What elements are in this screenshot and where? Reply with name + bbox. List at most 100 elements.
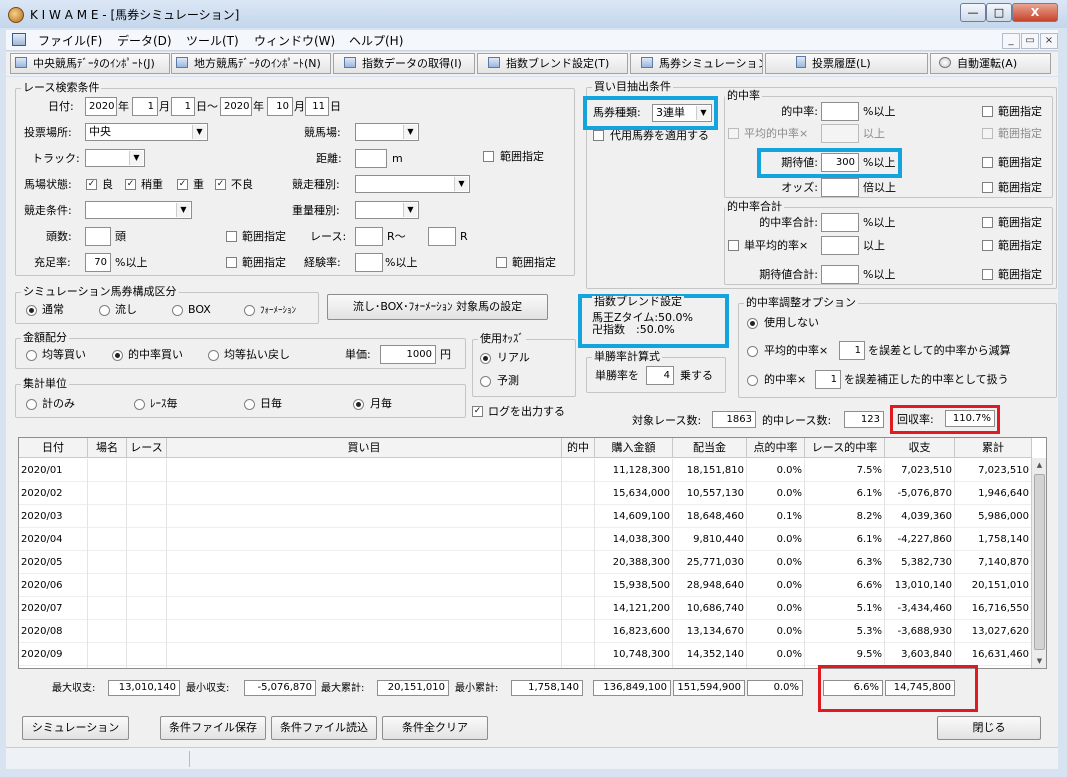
auto-run-button[interactable]: 自動運転(A) bbox=[930, 53, 1051, 74]
experience-input[interactable] bbox=[355, 253, 383, 272]
amount-equal-payout-radio[interactable] bbox=[208, 350, 219, 361]
minimize-button[interactable]: — bbox=[960, 3, 986, 22]
ticket-sim-button[interactable]: 馬券シミュレーション(B) bbox=[630, 53, 763, 74]
column-header-race-hit-rate[interactable]: レース的中率 bbox=[805, 438, 885, 458]
table-row[interactable]: 2020/09 10,748,300 14,352,140 0.0% 9.5% 3,603… bbox=[19, 643, 1032, 666]
table-row[interactable]: 2020/07 14,121,200 10,686,740 0.0% 5.1% -3,43… bbox=[19, 597, 1032, 620]
simulation-button[interactable]: シミュレーション bbox=[22, 716, 129, 740]
odds-real-radio[interactable] bbox=[480, 353, 491, 364]
substitute-checkbox[interactable] bbox=[593, 130, 604, 141]
results-grid[interactable]: 日付 場名 レース 買い目 的中 購入金額 配当金 点的中率 レース的中率 収支 累計 2020/0… bbox=[18, 437, 1047, 669]
avg-hit-input[interactable] bbox=[821, 124, 859, 143]
agg-race-radio[interactable] bbox=[134, 399, 145, 410]
column-header-cumulative[interactable]: 累計 bbox=[955, 438, 1032, 458]
to-month-input[interactable]: 10 bbox=[267, 97, 293, 116]
table-row[interactable]: 2020/03 14,609,100 18,648,460 0.1% 8.2% 4,039… bbox=[19, 505, 1032, 528]
sim-normal-radio[interactable] bbox=[26, 305, 37, 316]
agg-total-radio[interactable] bbox=[26, 399, 37, 410]
menu-tools[interactable]: ツール(T) bbox=[186, 32, 239, 49]
win-formula-input[interactable]: 4 bbox=[646, 366, 674, 385]
menu-data[interactable]: データ(D) bbox=[117, 32, 172, 49]
maximize-button[interactable]: □ bbox=[986, 3, 1012, 22]
log-output-checkbox[interactable]: ✓ bbox=[472, 406, 483, 417]
odds-input[interactable] bbox=[821, 178, 859, 197]
column-header-hit[interactable]: 的中 bbox=[562, 438, 595, 458]
fill-range-checkbox[interactable] bbox=[226, 257, 237, 268]
fetch-index-button[interactable]: 指数データの取得(I) bbox=[333, 53, 475, 74]
column-header-bets[interactable]: 買い目 bbox=[167, 438, 562, 458]
hit-sum-input[interactable] bbox=[821, 213, 859, 232]
heads-range-checkbox[interactable] bbox=[226, 231, 237, 242]
odds-range-checkbox[interactable] bbox=[982, 182, 993, 193]
sim-nagashi-radio[interactable] bbox=[99, 305, 110, 316]
ev-sum-input[interactable] bbox=[821, 265, 859, 284]
grid-scrollbar[interactable]: ▲ ▼ bbox=[1031, 458, 1046, 668]
amount-equal-radio[interactable] bbox=[26, 350, 37, 361]
cond-slightly-heavy-checkbox[interactable]: ✓ bbox=[125, 179, 136, 190]
avg-hit-checkbox[interactable] bbox=[728, 128, 739, 139]
table-row[interactable]: 2020/01 11,128,300 18,151,810 0.0% 7.5% 7,023… bbox=[19, 459, 1032, 482]
single-avg-input[interactable] bbox=[821, 236, 859, 255]
cond-heavy-checkbox[interactable]: ✓ bbox=[177, 179, 188, 190]
hit-sum-range-checkbox[interactable] bbox=[982, 217, 993, 228]
agg-day-radio[interactable] bbox=[244, 399, 255, 410]
single-avg-range-checkbox[interactable] bbox=[982, 240, 993, 251]
mdi-close-button[interactable]: × bbox=[1040, 33, 1058, 49]
close-button[interactable]: 閉じる bbox=[937, 716, 1041, 740]
adjust-subtract-radio[interactable] bbox=[747, 346, 758, 357]
race-to-input[interactable] bbox=[428, 227, 456, 246]
adjust-none-radio[interactable] bbox=[747, 318, 758, 329]
unit-price-input[interactable]: 1000 bbox=[380, 345, 436, 364]
experience-range-checkbox[interactable] bbox=[496, 257, 507, 268]
table-row[interactable]: 2020/05 20,388,300 25,771,030 0.0% 6.3% 5,382… bbox=[19, 551, 1032, 574]
cond-good-checkbox[interactable]: ✓ bbox=[86, 179, 97, 190]
from-day-input[interactable]: 1 bbox=[171, 97, 195, 116]
table-row[interactable]: 2020/04 14,038,300 9,810,440 0.0% 6.1% -4,227… bbox=[19, 528, 1032, 551]
import-local-button[interactable]: 地方競馬ﾃﾞｰﾀのｲﾝﾎﾟｰﾄ(N) bbox=[171, 53, 331, 74]
adjust-correct-input[interactable]: 1 bbox=[815, 370, 841, 389]
to-year-input[interactable]: 2020 bbox=[220, 97, 252, 116]
amount-hit-rate-radio[interactable] bbox=[112, 350, 123, 361]
weight-type-select[interactable]: ▼ bbox=[355, 201, 419, 219]
expected-value-range-checkbox[interactable] bbox=[982, 157, 993, 168]
sim-formation-radio[interactable] bbox=[244, 305, 255, 316]
track-select[interactable]: ▼ bbox=[85, 149, 145, 167]
table-row[interactable]: 2020/02 15,634,000 10,557,130 0.0% 6.1% -5,07… bbox=[19, 482, 1032, 505]
column-header-payout[interactable]: 配当金 bbox=[673, 438, 747, 458]
distance-input[interactable] bbox=[355, 149, 387, 168]
import-central-button[interactable]: 中央競馬ﾃﾞｰﾀのｲﾝﾎﾟｰﾄ(J) bbox=[10, 53, 170, 74]
venue-select[interactable]: 中央 ▼ bbox=[85, 123, 208, 141]
heads-input[interactable] bbox=[85, 227, 111, 246]
single-avg-checkbox[interactable] bbox=[728, 240, 739, 251]
menu-window[interactable]: ウィンドウ(W) bbox=[254, 32, 335, 49]
cond-bad-checkbox[interactable]: ✓ bbox=[215, 179, 226, 190]
adjust-subtract-input[interactable]: 1 bbox=[839, 341, 865, 360]
race-cond-select[interactable]: ▼ bbox=[85, 201, 192, 219]
load-conditions-button[interactable]: 条件ファイル読込 bbox=[271, 716, 377, 740]
distance-range-checkbox[interactable] bbox=[483, 151, 494, 162]
column-header-point-hit-rate[interactable]: 点的中率 bbox=[747, 438, 805, 458]
adjust-correct-radio[interactable] bbox=[747, 375, 758, 386]
table-row[interactable]: 2020/08 16,823,600 13,134,670 0.0% 5.3% -3,68… bbox=[19, 620, 1032, 643]
sim-box-radio[interactable] bbox=[172, 305, 183, 316]
fill-rate-input[interactable]: 70 bbox=[85, 253, 111, 272]
to-day-input[interactable]: 11 bbox=[305, 97, 329, 116]
hit-rate-input[interactable] bbox=[821, 102, 859, 121]
column-header-date[interactable]: 日付 bbox=[19, 438, 88, 458]
mdi-child-icon[interactable] bbox=[12, 33, 26, 46]
scroll-thumb[interactable] bbox=[1034, 474, 1045, 650]
agg-month-radio[interactable] bbox=[353, 399, 364, 410]
mdi-restore-button[interactable]: ▭ bbox=[1021, 33, 1039, 49]
ticket-kind-select[interactable]: 3連単 ▼ bbox=[652, 104, 712, 122]
vote-history-button[interactable]: 投票履歴(L) bbox=[765, 53, 928, 74]
mdi-minimize-button[interactable]: _ bbox=[1002, 33, 1020, 49]
hit-rate-range-checkbox[interactable] bbox=[982, 106, 993, 117]
from-month-input[interactable]: 1 bbox=[132, 97, 158, 116]
save-conditions-button[interactable]: 条件ファイル保存 bbox=[160, 716, 266, 740]
index-blend-button[interactable]: 指数ブレンド設定(T) bbox=[477, 53, 628, 74]
avg-hit-range-checkbox[interactable] bbox=[982, 128, 993, 139]
odds-forecast-radio[interactable] bbox=[480, 376, 491, 387]
scroll-up-icon[interactable]: ▲ bbox=[1032, 458, 1046, 472]
close-window-button[interactable]: X bbox=[1012, 3, 1058, 22]
expected-value-input[interactable]: 300 bbox=[821, 153, 859, 172]
